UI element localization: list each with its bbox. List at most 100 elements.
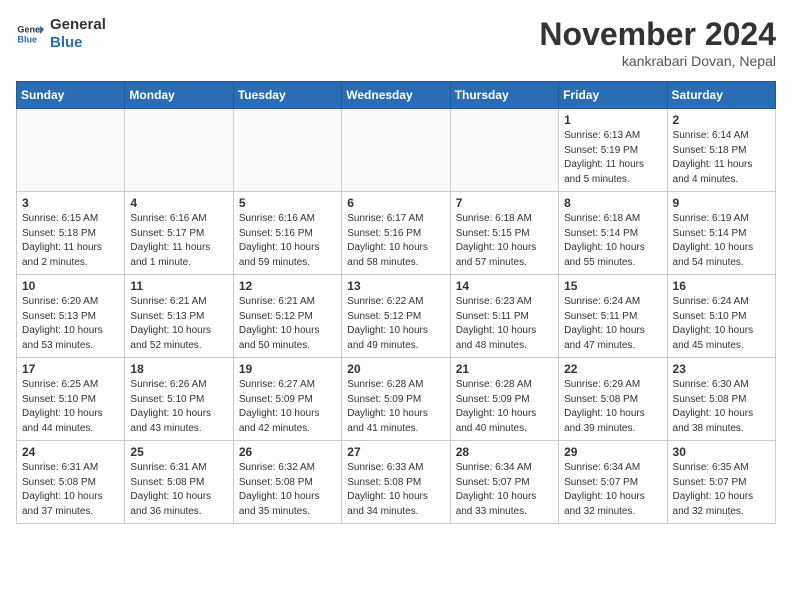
day-number: 22 [564, 362, 661, 376]
day-info: Sunrise: 6:23 AM Sunset: 5:11 PM Dayligh… [456, 295, 553, 353]
calendar-cell: 3 Sunrise: 6:15 AM Sunset: 5:18 PM Daylig… [17, 192, 125, 275]
day-number: 27 [347, 445, 444, 459]
day-info: Sunrise: 6:24 AM Sunset: 5:10 PM Dayligh… [673, 295, 770, 353]
day-number: 17 [22, 362, 119, 376]
weekday-header-saturday: Saturday [667, 82, 775, 109]
day-number: 6 [347, 196, 444, 210]
calendar-week-2: 3 Sunrise: 6:15 AM Sunset: 5:18 PM Daylig… [17, 192, 776, 275]
calendar-cell [233, 109, 341, 192]
weekday-header-tuesday: Tuesday [233, 82, 341, 109]
calendar-header-row: SundayMondayTuesdayWednesdayThursdayFrid… [17, 82, 776, 109]
day-number: 10 [22, 279, 119, 293]
day-info: Sunrise: 6:21 AM Sunset: 5:12 PM Dayligh… [239, 295, 336, 353]
calendar-cell: 27 Sunrise: 6:33 AM Sunset: 5:08 PM Dayli… [342, 441, 450, 524]
day-number: 21 [456, 362, 553, 376]
day-info: Sunrise: 6:28 AM Sunset: 5:09 PM Dayligh… [347, 378, 444, 436]
day-number: 11 [130, 279, 227, 293]
day-info: Sunrise: 6:24 AM Sunset: 5:11 PM Dayligh… [564, 295, 661, 353]
weekday-header-wednesday: Wednesday [342, 82, 450, 109]
calendar-cell: 1 Sunrise: 6:13 AM Sunset: 5:19 PM Daylig… [559, 109, 667, 192]
day-number: 20 [347, 362, 444, 376]
day-number: 30 [673, 445, 770, 459]
calendar-cell: 30 Sunrise: 6:35 AM Sunset: 5:07 PM Dayli… [667, 441, 775, 524]
day-info: Sunrise: 6:32 AM Sunset: 5:08 PM Dayligh… [239, 461, 336, 519]
calendar-cell: 7 Sunrise: 6:18 AM Sunset: 5:15 PM Daylig… [450, 192, 558, 275]
calendar-cell: 4 Sunrise: 6:16 AM Sunset: 5:17 PM Daylig… [125, 192, 233, 275]
day-info: Sunrise: 6:13 AM Sunset: 5:19 PM Dayligh… [564, 129, 661, 187]
day-info: Sunrise: 6:35 AM Sunset: 5:07 PM Dayligh… [673, 461, 770, 519]
weekday-header-monday: Monday [125, 82, 233, 109]
day-info: Sunrise: 6:28 AM Sunset: 5:09 PM Dayligh… [456, 378, 553, 436]
calendar-cell: 16Sunrise: 6:24 AM Sunset: 5:10 PM Dayli… [667, 275, 775, 358]
svg-text:Blue: Blue [17, 34, 37, 44]
calendar-week-3: 10Sunrise: 6:20 AM Sunset: 5:13 PM Dayli… [17, 275, 776, 358]
day-info: Sunrise: 6:15 AM Sunset: 5:18 PM Dayligh… [22, 212, 119, 270]
day-number: 18 [130, 362, 227, 376]
weekday-header-sunday: Sunday [17, 82, 125, 109]
calendar-cell: 14Sunrise: 6:23 AM Sunset: 5:11 PM Dayli… [450, 275, 558, 358]
calendar-cell: 25 Sunrise: 6:31 AM Sunset: 5:08 PM Dayli… [125, 441, 233, 524]
calendar-cell: 12 Sunrise: 6:21 AM Sunset: 5:12 PM Dayli… [233, 275, 341, 358]
calendar-cell: 19 Sunrise: 6:27 AM Sunset: 5:09 PM Dayli… [233, 358, 341, 441]
calendar-week-1: 1 Sunrise: 6:13 AM Sunset: 5:19 PM Daylig… [17, 109, 776, 192]
day-number: 28 [456, 445, 553, 459]
calendar-cell [450, 109, 558, 192]
logo-icon: General Blue [16, 20, 44, 48]
calendar-week-4: 17 Sunrise: 6:25 AM Sunset: 5:10 PM Dayli… [17, 358, 776, 441]
day-info: Sunrise: 6:31 AM Sunset: 5:08 PM Dayligh… [130, 461, 227, 519]
logo-general-text: General [50, 16, 106, 34]
calendar-cell [342, 109, 450, 192]
day-info: Sunrise: 6:16 AM Sunset: 5:17 PM Dayligh… [130, 212, 227, 270]
day-number: 15 [564, 279, 661, 293]
day-info: Sunrise: 6:27 AM Sunset: 5:09 PM Dayligh… [239, 378, 336, 436]
day-number: 24 [22, 445, 119, 459]
calendar-cell: 26Sunrise: 6:32 AM Sunset: 5:08 PM Dayli… [233, 441, 341, 524]
calendar-cell: 29Sunrise: 6:34 AM Sunset: 5:07 PM Dayli… [559, 441, 667, 524]
day-number: 12 [239, 279, 336, 293]
day-number: 29 [564, 445, 661, 459]
day-info: Sunrise: 6:19 AM Sunset: 5:14 PM Dayligh… [673, 212, 770, 270]
calendar-cell: 28 Sunrise: 6:34 AM Sunset: 5:07 PM Dayli… [450, 441, 558, 524]
day-info: Sunrise: 6:16 AM Sunset: 5:16 PM Dayligh… [239, 212, 336, 270]
day-number: 3 [22, 196, 119, 210]
logo-blue-text: Blue [50, 34, 106, 52]
day-number: 2 [673, 113, 770, 127]
day-number: 4 [130, 196, 227, 210]
calendar-cell: 24Sunrise: 6:31 AM Sunset: 5:08 PM Dayli… [17, 441, 125, 524]
day-info: Sunrise: 6:29 AM Sunset: 5:08 PM Dayligh… [564, 378, 661, 436]
day-number: 19 [239, 362, 336, 376]
calendar-cell: 22 Sunrise: 6:29 AM Sunset: 5:08 PM Dayli… [559, 358, 667, 441]
day-number: 7 [456, 196, 553, 210]
day-number: 8 [564, 196, 661, 210]
calendar-cell: 6Sunrise: 6:17 AM Sunset: 5:16 PM Daylig… [342, 192, 450, 275]
day-number: 1 [564, 113, 661, 127]
day-number: 9 [673, 196, 770, 210]
day-number: 25 [130, 445, 227, 459]
calendar-cell: 10Sunrise: 6:20 AM Sunset: 5:13 PM Dayli… [17, 275, 125, 358]
calendar-cell: 5Sunrise: 6:16 AM Sunset: 5:16 PM Daylig… [233, 192, 341, 275]
page-header: General Blue General Blue November 2024 … [16, 16, 776, 69]
day-info: Sunrise: 6:33 AM Sunset: 5:08 PM Dayligh… [347, 461, 444, 519]
day-info: Sunrise: 6:22 AM Sunset: 5:12 PM Dayligh… [347, 295, 444, 353]
calendar-cell: 17 Sunrise: 6:25 AM Sunset: 5:10 PM Dayli… [17, 358, 125, 441]
calendar-cell: 20 Sunrise: 6:28 AM Sunset: 5:09 PM Dayli… [342, 358, 450, 441]
day-info: Sunrise: 6:25 AM Sunset: 5:10 PM Dayligh… [22, 378, 119, 436]
day-number: 13 [347, 279, 444, 293]
day-info: Sunrise: 6:30 AM Sunset: 5:08 PM Dayligh… [673, 378, 770, 436]
calendar-week-5: 24 Sunrise: 6:31 AM Sunset: 5:08 PM Dayli… [17, 441, 776, 524]
calendar-table: SundayMondayTuesdayWednesdayThursdayFrid… [16, 81, 776, 524]
calendar-cell: 23 Sunrise: 6:30 AM Sunset: 5:08 PM Dayli… [667, 358, 775, 441]
day-number: 23 [673, 362, 770, 376]
weekday-header-friday: Friday [559, 82, 667, 109]
day-info: Sunrise: 6:18 AM Sunset: 5:14 PM Dayligh… [564, 212, 661, 270]
calendar-cell [17, 109, 125, 192]
logo: General Blue General Blue [16, 16, 106, 52]
calendar-cell: 9 Sunrise: 6:19 AM Sunset: 5:14 PM Daylig… [667, 192, 775, 275]
month-title: November 2024 [539, 16, 776, 53]
day-info: Sunrise: 6:18 AM Sunset: 5:15 PM Dayligh… [456, 212, 553, 270]
calendar-cell: 21 Sunrise: 6:28 AM Sunset: 5:09 PM Dayli… [450, 358, 558, 441]
day-info: Sunrise: 6:34 AM Sunset: 5:07 PM Dayligh… [456, 461, 553, 519]
calendar-cell: 11Sunrise: 6:21 AM Sunset: 5:13 PM Dayli… [125, 275, 233, 358]
calendar-cell: 18Sunrise: 6:26 AM Sunset: 5:10 PM Dayli… [125, 358, 233, 441]
location-subtitle: kankrabari Dovan, Nepal [539, 53, 776, 69]
